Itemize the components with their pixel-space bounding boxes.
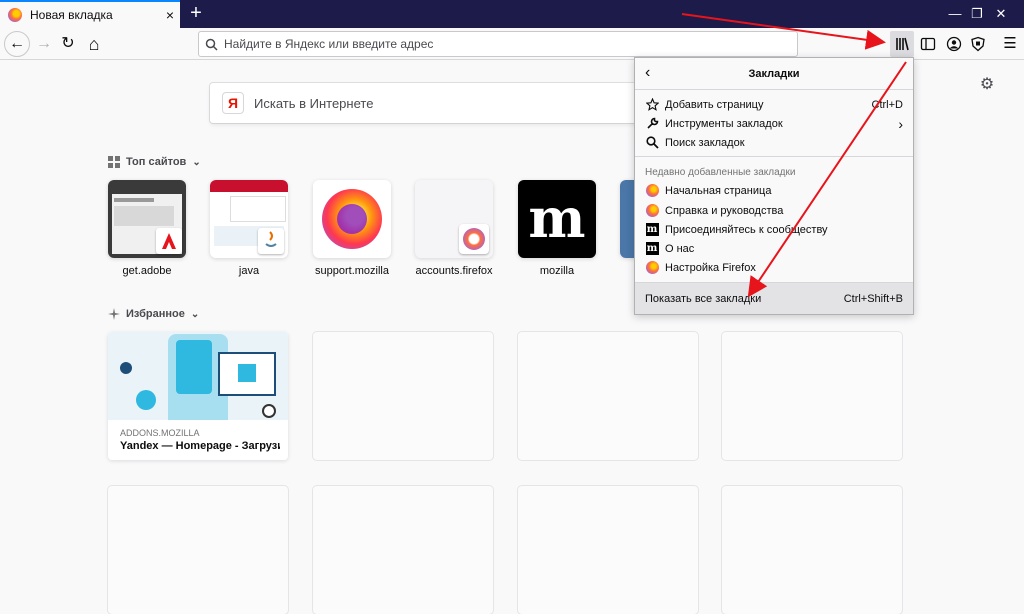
add-bookmark-item[interactable]: Добавить страницу Ctrl+D xyxy=(635,95,913,114)
highlight-card-source: ADDONS.MOZILLA xyxy=(120,428,200,438)
show-all-bookmarks-shortcut: Ctrl+Shift+B xyxy=(843,292,903,305)
top-site-tile-java[interactable] xyxy=(210,180,288,258)
chevron-right-icon: › xyxy=(898,115,903,132)
highlights-title: Избранное xyxy=(126,308,185,320)
chevron-down-icon: ⌄ xyxy=(190,308,200,320)
recent-bookmark-label: Присоединяйтесь к сообществу xyxy=(665,223,828,236)
search-bookmarks-label: Поиск закладок xyxy=(665,136,745,149)
search-bookmarks-item[interactable]: Поиск закладок xyxy=(635,133,913,152)
address-bar-placeholder: Найдите в Яндекс или введите адрес xyxy=(224,37,434,51)
wrench-icon xyxy=(645,117,659,131)
firefox-icon xyxy=(645,261,659,274)
firefox-icon xyxy=(8,8,22,22)
search-icon xyxy=(645,136,659,150)
tab-new-tab[interactable]: Новая вкладка × xyxy=(0,0,180,28)
top-site-label: java xyxy=(238,265,260,277)
recent-bookmarks-header: Недавно добавленные закладки xyxy=(645,167,796,178)
empty-highlight-slot xyxy=(722,486,902,614)
tab-title: Новая вкладка xyxy=(30,8,113,22)
mozilla-icon: m xyxy=(645,223,659,236)
home-button[interactable]: ⌂ xyxy=(82,32,106,56)
recent-bookmark-label: Начальная страница xyxy=(665,184,772,197)
top-site-label: get.adobe xyxy=(122,265,172,277)
reload-button[interactable]: ↻ xyxy=(56,32,80,56)
navigation-toolbar: ← → ↻ ⌂ Найдите в Яндекс или введите адр… xyxy=(0,28,1024,60)
recent-bookmark-label: Настройка Firefox xyxy=(665,261,756,274)
recent-bookmark-item[interactable]: Начальная страница xyxy=(635,181,913,200)
add-bookmark-shortcut: Ctrl+D xyxy=(871,98,903,111)
bookmarks-panel-header: ‹ Закладки xyxy=(635,58,913,90)
recent-bookmark-item[interactable]: m Присоединяйтесь к сообществу xyxy=(635,220,913,239)
library-icon xyxy=(896,37,909,51)
forward-button[interactable]: → xyxy=(32,32,56,56)
recent-bookmark-item[interactable]: Справка и руководства xyxy=(635,201,913,220)
highlight-card-image xyxy=(108,332,288,420)
add-bookmark-label: Добавить страницу xyxy=(665,98,764,111)
account-icon[interactable] xyxy=(946,36,962,52)
chevron-down-icon: ⌄ xyxy=(192,156,201,168)
library-button[interactable] xyxy=(890,31,914,57)
top-site-tile-mozilla[interactable]: m xyxy=(518,180,596,258)
close-window-button[interactable]: ✕ xyxy=(978,0,1024,28)
recent-bookmark-label: О нас xyxy=(665,242,695,255)
highlights-header[interactable]: Избранное ⌄ xyxy=(108,308,199,320)
java-header-bar xyxy=(210,180,288,192)
grid-icon xyxy=(108,156,120,168)
back-button[interactable]: ← xyxy=(4,31,30,57)
mozilla-logo: m xyxy=(528,186,586,250)
settings-gear-icon[interactable]: ⚙ xyxy=(978,74,996,93)
tab-bar: Новая вкладка × + — ❐ ✕ xyxy=(0,0,1024,28)
highlight-card-title: Yandex — Homepage - Загрузит… xyxy=(120,440,280,452)
show-all-bookmarks-label: Показать все закладки xyxy=(645,292,762,305)
top-sites-title: Топ сайтов xyxy=(126,156,187,168)
firefox-accounts-logo xyxy=(459,224,489,254)
top-site-label: support.mozilla xyxy=(315,265,389,277)
bookmarks-panel: ‹ Закладки Добавить страницу Ctrl+D Инст… xyxy=(634,57,914,315)
recent-bookmark-item[interactable]: Настройка Firefox xyxy=(635,258,913,277)
new-tab-button[interactable]: + xyxy=(184,2,208,26)
bookmarks-panel-title: Закладки xyxy=(748,68,800,80)
adobe-logo xyxy=(156,228,182,254)
address-bar[interactable]: Найдите в Яндекс или введите адрес xyxy=(198,31,798,57)
bookmark-tools-label: Инструменты закладок xyxy=(665,117,783,130)
empty-highlight-slot xyxy=(518,332,698,460)
empty-highlight-slot xyxy=(722,332,902,460)
recent-bookmark-item[interactable]: m О нас xyxy=(635,239,913,258)
firefox-icon xyxy=(645,204,659,217)
mozilla-icon: m xyxy=(645,242,659,255)
top-site-label: accounts.firefox xyxy=(415,265,493,277)
web-search-placeholder: Искать в Интернете xyxy=(254,95,374,111)
show-all-bookmarks-button[interactable]: Показать все закладки Ctrl+Shift+B xyxy=(635,282,913,314)
menu-button[interactable]: ☰ xyxy=(998,32,1022,56)
highlight-card[interactable]: ADDONS.MOZILLA Yandex — Homepage - Загру… xyxy=(108,332,288,460)
firefox-icon xyxy=(645,184,659,197)
panel-separator xyxy=(635,156,913,157)
top-sites-header[interactable]: Топ сайтов ⌄ xyxy=(108,156,201,168)
yandex-logo: Я xyxy=(222,92,244,114)
java-logo xyxy=(258,228,284,254)
extension-shield-icon[interactable] xyxy=(970,36,986,52)
sidebar-icon[interactable] xyxy=(920,36,936,52)
recent-bookmark-label: Справка и руководства xyxy=(665,204,784,217)
star-icon xyxy=(645,98,659,112)
top-site-tile-support-mozilla[interactable] xyxy=(313,180,391,258)
clock-icon xyxy=(262,404,276,418)
close-tab-icon[interactable]: × xyxy=(160,7,180,23)
java-banner xyxy=(230,196,286,222)
empty-highlight-slot xyxy=(313,332,493,460)
empty-highlight-slot xyxy=(518,486,698,614)
top-site-label: mozilla xyxy=(539,265,575,277)
sparkle-icon xyxy=(108,308,120,320)
top-site-tile-accounts-firefox[interactable] xyxy=(415,180,493,258)
empty-highlight-slot xyxy=(313,486,493,614)
bookmark-tools-item[interactable]: Инструменты закладок › xyxy=(635,114,913,133)
empty-highlight-slot xyxy=(108,486,288,614)
top-site-tile-adobe[interactable] xyxy=(108,180,186,258)
search-icon xyxy=(205,38,218,51)
